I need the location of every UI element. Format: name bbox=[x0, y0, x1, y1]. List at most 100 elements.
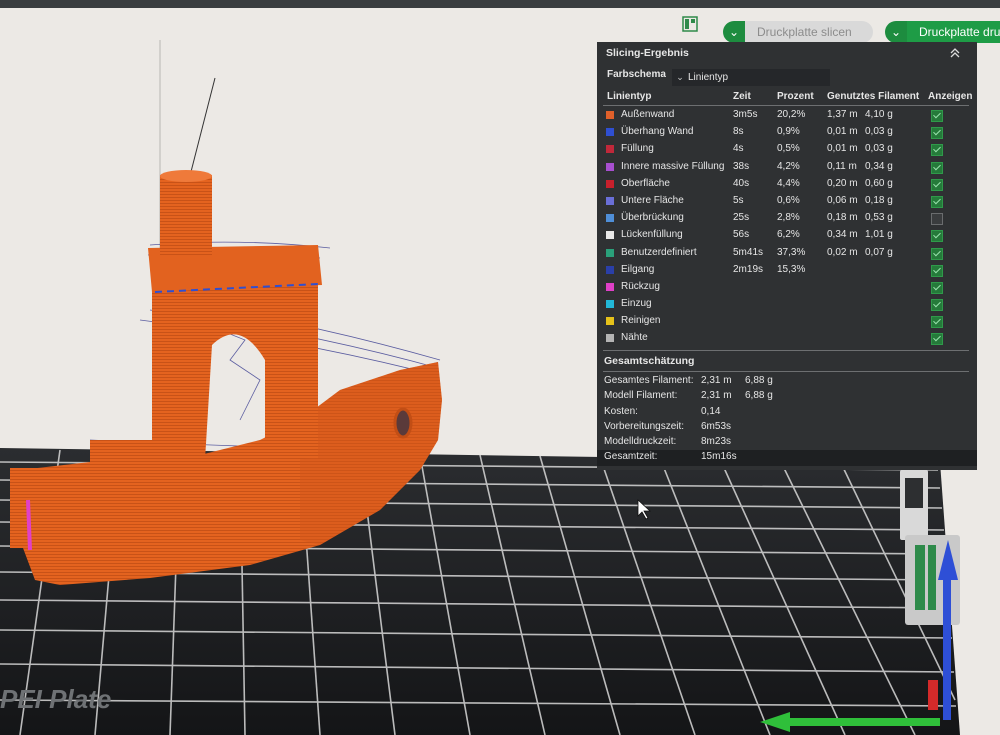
line-type-label: Oberfläche bbox=[621, 177, 670, 189]
show-checkbox[interactable] bbox=[931, 333, 943, 346]
top-toolbar: ⌄ Druckplatte slicen ⌄ Druckplatte druck… bbox=[0, 0, 1000, 44]
table-row: Rückzug bbox=[597, 280, 977, 297]
estimate-key: Gesamtes Filament: bbox=[604, 375, 694, 386]
chimney-top bbox=[160, 170, 212, 182]
layout-toggle-icon[interactable] bbox=[682, 16, 698, 32]
column-header-filament: Genutztes Filament bbox=[827, 91, 920, 102]
table-row: Benutzerdefiniert 5m41s 37,3% 0,02 m 0,07 g bbox=[597, 246, 977, 263]
show-checkbox[interactable] bbox=[931, 264, 943, 277]
color-swatch bbox=[606, 248, 614, 257]
chevron-down-icon: ⌄ bbox=[676, 72, 684, 82]
filament-length: 0,20 m bbox=[827, 177, 858, 189]
filament-weight: 0,18 g bbox=[865, 194, 893, 206]
color-scheme-dropdown[interactable]: ⌄ Linientyp bbox=[672, 69, 830, 86]
chevron-down-icon[interactable]: ⌄ bbox=[723, 21, 745, 43]
toolbar-strip bbox=[0, 0, 1000, 8]
estimate-value: 15m16s bbox=[701, 451, 737, 463]
table-row: Überbrückung 25s 2,8% 0,18 m 0,53 g bbox=[597, 211, 977, 228]
percent-value: 20,2% bbox=[777, 109, 806, 120]
percent-value: 0,5% bbox=[777, 143, 800, 155]
time-value: 8s bbox=[733, 126, 744, 138]
color-swatch bbox=[606, 196, 614, 205]
time-value: 5s bbox=[733, 194, 744, 206]
panel-title: Slicing-Ergebnis bbox=[606, 47, 689, 59]
color-swatch bbox=[606, 317, 614, 326]
estimate-key: Vorbereitungszeit: bbox=[604, 420, 685, 432]
stern-box bbox=[90, 440, 170, 475]
line-type-label: Benutzerdefiniert bbox=[621, 246, 697, 258]
estimate-value: 2,31 m bbox=[701, 375, 732, 386]
filament-weight: 1,01 g bbox=[865, 229, 893, 241]
estimate-key: Kosten: bbox=[604, 405, 638, 417]
slicing-result-panel: Slicing-Ergebnis Farbschema ⌄ Linientyp … bbox=[597, 42, 977, 470]
table-row: Nähte bbox=[597, 331, 977, 348]
show-checkbox[interactable] bbox=[931, 195, 943, 208]
show-checkbox[interactable] bbox=[931, 127, 943, 140]
table-row: Füllung 4s 0,5% 0,01 m 0,03 g bbox=[597, 142, 977, 159]
retract-markers bbox=[26, 499, 32, 551]
estimate-row: Gesamtzeit: 15m16s bbox=[597, 450, 977, 466]
plate-label: PEI Plate bbox=[0, 684, 111, 714]
show-checkbox[interactable] bbox=[931, 281, 943, 294]
table-row: Innere massive Füllung 38s 4,2% 0,11 m 0,34 … bbox=[597, 160, 977, 177]
bow-block bbox=[10, 468, 42, 548]
filament-weight: 4,10 g bbox=[865, 109, 893, 120]
show-checkbox[interactable] bbox=[931, 213, 943, 226]
show-checkbox[interactable] bbox=[931, 178, 943, 191]
line-type-table: Außenwand 3m5s 20,2% 1,37 m 4,10 g Überhang W… bbox=[597, 108, 977, 349]
show-checkbox[interactable] bbox=[931, 316, 943, 329]
estimate-value-secondary: 6,88 g bbox=[745, 375, 773, 386]
table-row: Überhang Wand 8s 0,9% 0,01 m 0,03 g bbox=[597, 125, 977, 142]
show-checkbox[interactable] bbox=[931, 299, 943, 312]
table-header: Linientyp Zeit Prozent Genutztes Filamen… bbox=[597, 91, 977, 105]
color-swatch bbox=[606, 214, 614, 223]
filament-length: 0,06 m bbox=[827, 194, 858, 206]
show-checkbox[interactable] bbox=[931, 230, 943, 243]
color-swatch bbox=[606, 265, 614, 274]
line-type-label: Eilgang bbox=[621, 263, 655, 275]
slice-plate-button[interactable]: ⌄ Druckplatte slicen bbox=[723, 20, 873, 44]
filament-weight: 0,34 g bbox=[865, 160, 893, 172]
percent-value: 6,2% bbox=[777, 229, 800, 241]
print-plate-button[interactable]: ⌄ Druckplatte drucken bbox=[885, 20, 1000, 44]
estimate-value-secondary: 6,88 g bbox=[745, 390, 773, 402]
line-type-label: Überbrückung bbox=[621, 212, 684, 224]
estimate-title: Gesamtschätzung bbox=[604, 355, 695, 367]
line-type-label: Untere Fläche bbox=[621, 194, 684, 206]
print-plate-label: Druckplatte drucken bbox=[907, 21, 1000, 43]
estimate-title-divider bbox=[603, 371, 969, 372]
color-swatch bbox=[606, 282, 614, 291]
line-type-label: Außenwand bbox=[621, 109, 675, 120]
estimate-key: Modell Filament: bbox=[604, 390, 678, 402]
percent-value: 2,8% bbox=[777, 212, 800, 224]
show-checkbox[interactable] bbox=[931, 110, 943, 122]
filament-length: 0,18 m bbox=[827, 212, 858, 224]
estimate-row: Kosten: 0,14 bbox=[597, 405, 977, 420]
show-checkbox[interactable] bbox=[931, 247, 943, 260]
estimate-value: 2,31 m bbox=[701, 390, 732, 402]
panel-header: Slicing-Ergebnis bbox=[597, 42, 977, 64]
estimate-row: Vorbereitungszeit: 6m53s bbox=[597, 420, 977, 435]
table-row: Reinigen bbox=[597, 314, 977, 331]
porthole bbox=[393, 407, 413, 439]
chevron-down-icon[interactable]: ⌄ bbox=[885, 21, 907, 43]
table-row: Lückenfüllung 56s 6,2% 0,34 m 1,01 g bbox=[597, 228, 977, 245]
time-value: 38s bbox=[733, 160, 750, 172]
time-value: 3m5s bbox=[733, 109, 758, 120]
filament-weight: 0,60 g bbox=[865, 177, 893, 189]
show-checkbox[interactable] bbox=[931, 144, 943, 157]
filament-weight: 0,07 g bbox=[865, 246, 893, 258]
estimate-list: Gesamtes Filament: 2,31 m 6,88 g Modell Fil… bbox=[597, 374, 977, 466]
column-header-line-type: Linientyp bbox=[607, 91, 652, 102]
column-header-percent: Prozent bbox=[777, 91, 814, 102]
estimate-value: 8m23s bbox=[701, 436, 732, 448]
color-swatch bbox=[606, 179, 614, 188]
collapse-icon[interactable] bbox=[949, 48, 961, 58]
time-value: 40s bbox=[733, 177, 750, 189]
table-row: Oberfläche 40s 4,4% 0,20 m 0,60 g bbox=[597, 177, 977, 194]
show-checkbox[interactable] bbox=[931, 161, 943, 174]
estimate-key: Modelldruckzeit: bbox=[604, 436, 677, 448]
filament-weight: 0,03 g bbox=[865, 126, 893, 138]
estimate-row: Modelldruckzeit: 8m23s bbox=[597, 435, 977, 450]
filament-weight: 0,03 g bbox=[865, 143, 893, 155]
